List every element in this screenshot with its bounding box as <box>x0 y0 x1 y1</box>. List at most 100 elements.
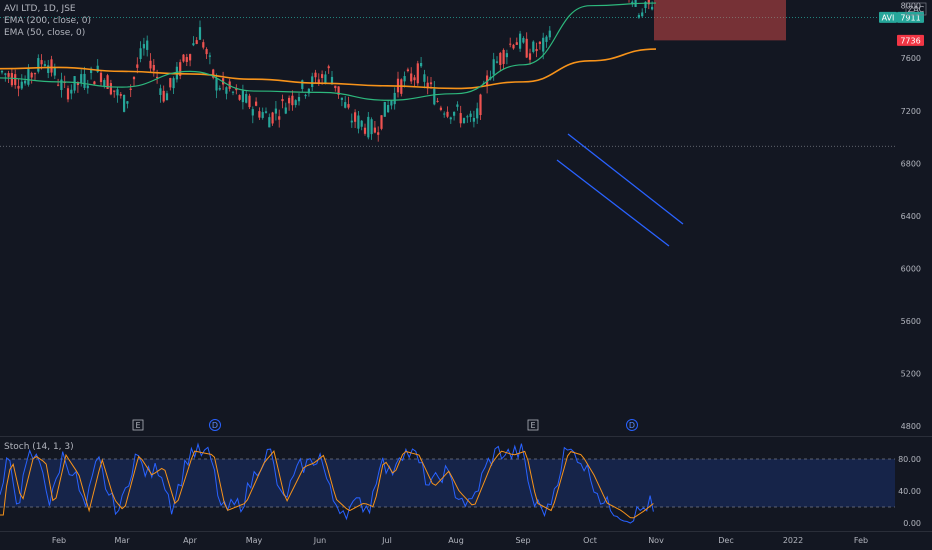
time-tick-label: Oct <box>583 536 597 545</box>
time-tick-label: May <box>246 536 263 545</box>
candle-body <box>357 115 360 129</box>
candle-body <box>380 115 383 129</box>
candle-body <box>142 44 145 49</box>
stoch-legend: Stoch (14, 1, 3) <box>4 442 74 452</box>
candle-body <box>4 73 7 75</box>
candle-body <box>393 92 396 105</box>
candle-body <box>258 111 261 118</box>
event-marker-label: E <box>530 421 535 430</box>
candle-body <box>215 78 218 91</box>
candle-body <box>40 60 43 65</box>
candle-body <box>192 43 195 46</box>
candle-body <box>189 54 192 61</box>
time-tick-label: Feb <box>52 536 66 545</box>
event-marker-label: D <box>629 421 635 430</box>
time-tick-label: Jun <box>313 536 327 545</box>
candle-body <box>113 90 116 92</box>
candle-body <box>146 40 149 50</box>
candle-body <box>350 120 353 123</box>
candle-body <box>324 74 327 83</box>
candle-body <box>436 100 439 102</box>
stoch-tick-label: 80.00 <box>898 455 921 464</box>
candle-body <box>413 77 416 81</box>
candle-body <box>377 132 380 135</box>
candle-body <box>149 60 152 69</box>
candle-body <box>37 58 40 72</box>
candle-body <box>439 107 442 110</box>
candle-body <box>462 118 466 123</box>
candle-body <box>202 42 205 48</box>
candle-body <box>453 111 456 116</box>
candle-body <box>522 38 525 43</box>
candle-body <box>354 112 357 122</box>
candle-body <box>542 37 545 52</box>
candle-body <box>363 127 367 134</box>
candle-body <box>129 88 132 90</box>
candle-body <box>387 104 390 113</box>
candle-body <box>301 80 304 89</box>
candle-body <box>162 90 165 102</box>
candle-body <box>528 53 532 60</box>
candle-body <box>347 104 350 108</box>
candle-body <box>499 52 502 65</box>
candle-body <box>136 64 139 68</box>
candle-body <box>99 72 103 83</box>
stop-zone <box>654 0 786 41</box>
stop-price-badge-text: 7736 <box>900 36 920 45</box>
candle-body <box>53 67 56 76</box>
candle-body <box>126 101 129 104</box>
candle-body <box>123 95 126 112</box>
candle-body <box>33 73 37 75</box>
candle-body <box>60 79 63 90</box>
candle-body <box>288 97 291 104</box>
ema50-legend: EMA (50, close, 0) <box>4 28 86 38</box>
candle-body <box>195 40 198 44</box>
candle-body <box>165 93 169 101</box>
price-chart[interactable]: 4800520056006000640068007200760080008400… <box>0 0 932 550</box>
candle-body <box>390 100 393 106</box>
candle-body <box>495 61 499 63</box>
stoch-band <box>0 459 895 507</box>
price-tick-label: 5200 <box>901 369 921 378</box>
candle-body <box>406 69 409 72</box>
candle-body <box>545 36 548 42</box>
candle-body <box>479 94 482 116</box>
candle-body <box>57 84 60 86</box>
candle-body <box>420 62 423 67</box>
candle-body <box>314 72 317 78</box>
candle-body <box>433 88 436 105</box>
time-tick-label: Feb <box>854 536 868 545</box>
candle-body <box>205 49 208 55</box>
candle-body <box>535 49 538 52</box>
candle-body <box>492 59 495 75</box>
candle-body <box>519 33 522 49</box>
candle-body <box>14 74 17 85</box>
candle-body <box>466 116 469 118</box>
event-marker-label: D <box>212 421 218 430</box>
price-tick-label: 6000 <box>901 264 921 273</box>
candle-body <box>469 113 472 117</box>
price-tick-label: 6400 <box>901 212 921 221</box>
stoch-tick-label: 0.00 <box>903 519 921 528</box>
time-tick-label: Dec <box>718 536 733 545</box>
candle-body <box>261 112 264 118</box>
candle-body <box>327 66 330 69</box>
candle-body <box>304 94 307 97</box>
candle-body <box>297 97 301 102</box>
candle-body <box>383 101 386 117</box>
candle-body <box>70 89 73 94</box>
symbol-title: AVI LTD, 1D, JSE <box>4 4 76 14</box>
channel-upper-line <box>567 133 684 225</box>
candle-body <box>83 73 86 88</box>
candle-body <box>73 76 76 91</box>
currency-label: ZAC <box>908 5 925 14</box>
candle-body <box>119 94 122 96</box>
candle-body <box>637 15 640 18</box>
candle-body <box>231 91 235 93</box>
candle-body <box>311 76 314 87</box>
candle-body <box>373 127 376 133</box>
candle-body <box>17 85 20 89</box>
candle-body <box>334 85 337 89</box>
candle-body <box>255 101 258 106</box>
candle-body <box>502 49 505 64</box>
